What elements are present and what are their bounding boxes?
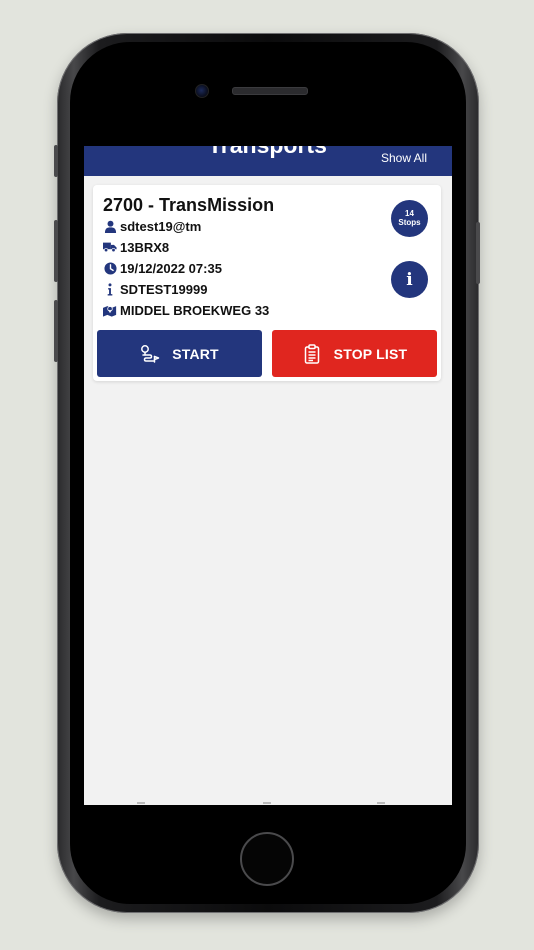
transport-title: 2700 - TransMission [103,195,275,215]
app-screen: Transports Show All 2700 - TransMission … [84,146,452,805]
front-camera [195,84,209,98]
start-label: START [172,345,219,362]
person-icon [103,219,117,233]
route-icon [140,344,160,364]
stops-label: Stops [398,218,421,227]
nav-hint-center [263,802,271,804]
user-row: sdtest19@tm [103,217,201,235]
delivery-address: MIDDEL BROEKWEG 33 [120,302,270,318]
stops-count: 14 [405,209,414,218]
nav-hint-right [377,802,385,804]
clock-icon [103,261,117,275]
show-all-link[interactable]: Show All [381,151,427,165]
nav-hint-left [137,802,145,804]
vehicle-plate: 13BRX8 [120,239,170,255]
reference-code: SDTEST19999 [120,281,208,297]
info-button[interactable]: i [391,261,428,298]
stop-list-button[interactable]: STOP LIST [272,330,437,377]
app-header: Transports Show All [84,146,452,176]
departure-datetime: 19/12/2022 07:35 [120,260,222,276]
start-button[interactable]: START [97,330,262,377]
info-icon [103,282,117,296]
map-icon [103,303,117,317]
stops-count-badge[interactable]: 14 Stops [391,200,428,237]
info-button-label: i [406,269,413,290]
reference-row: SDTEST19999 [103,280,207,298]
silent-switch [54,145,58,177]
datetime-row: 19/12/2022 07:35 [103,259,222,277]
page-title: Transports [208,146,327,159]
user-email: sdtest19@tm [120,218,202,234]
volume-up-button [54,220,58,282]
transport-card[interactable]: 2700 - TransMission sdtest19@tm 13BRX8 1… [93,185,441,381]
volume-down-button [54,300,58,362]
stop-list-label: STOP LIST [333,345,408,362]
power-button [476,222,480,284]
truck-icon [103,240,117,254]
vehicle-row: 13BRX8 [103,238,169,256]
address-row: MIDDEL BROEKWEG 33 [103,301,269,319]
clipboard-icon [302,343,322,364]
earpiece-speaker [232,87,308,95]
home-button[interactable] [240,832,294,886]
